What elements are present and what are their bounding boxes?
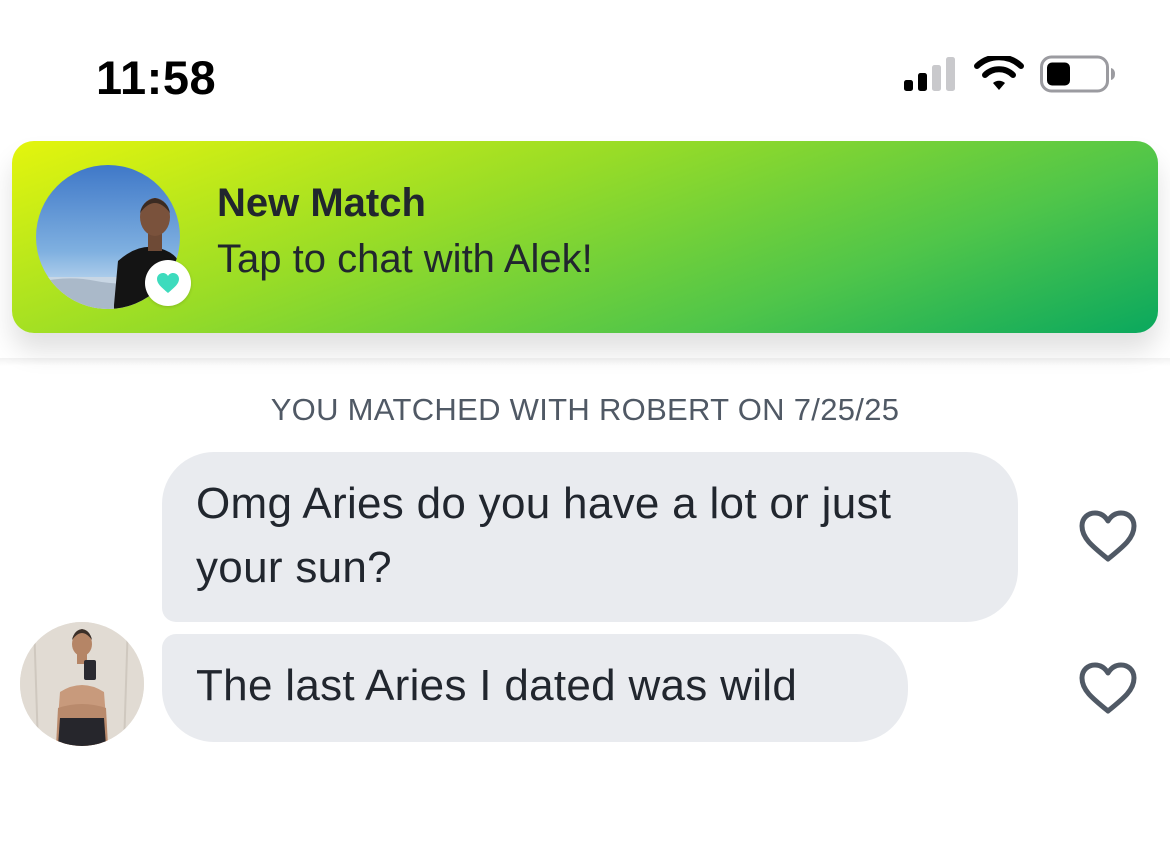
status-time: 11:58 — [96, 51, 217, 104]
message-bubble[interactable]: The last Aries I dated was wild — [162, 634, 908, 742]
heart-icon — [157, 273, 179, 293]
like-message-button[interactable] — [1078, 509, 1138, 563]
cellular-signal-icon — [904, 57, 955, 91]
battery-icon — [1040, 55, 1115, 93]
message-bubble[interactable]: Omg Aries do you have a lot or just your… — [162, 452, 1018, 622]
header-shadow — [0, 358, 1170, 366]
status-bar: 11:58 — [0, 0, 1170, 130]
new-match-banner[interactable]: New Match Tap to chat with Alek! — [12, 141, 1158, 333]
heart-outline-icon — [1079, 510, 1137, 562]
wifi-icon — [974, 56, 1024, 90]
banner-subtitle: Tap to chat with Alek! — [217, 237, 593, 281]
match-date-info: YOU MATCHED WITH ROBERT ON 7/25/25 — [270, 392, 900, 427]
banner-title: New Match — [217, 181, 426, 225]
heart-badge — [145, 260, 191, 306]
like-message-button[interactable] — [1078, 661, 1138, 715]
sender-avatar[interactable] — [20, 622, 144, 746]
chat-screen: 11:58 New Match Tap to chat with Alek! Y… — [0, 0, 1170, 847]
heart-outline-icon — [1079, 662, 1137, 714]
status-icons — [904, 55, 1116, 93]
